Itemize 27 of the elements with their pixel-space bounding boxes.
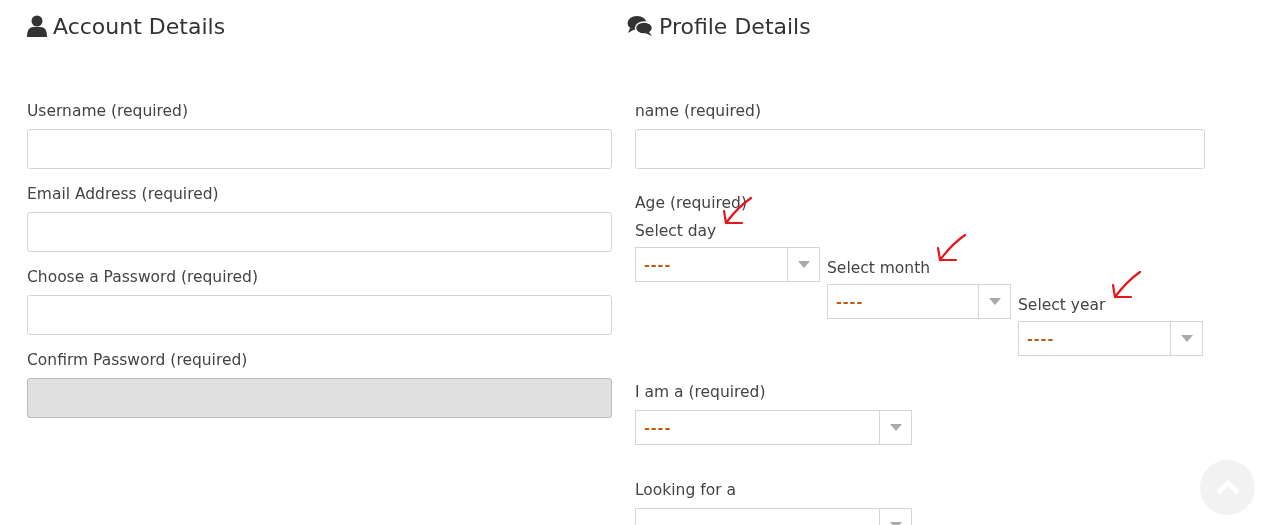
field-label: Confirm Password (required): [27, 350, 249, 370]
dropdown-select[interactable]: ----: [827, 284, 1011, 319]
dropdown-select[interactable]: ----: [1018, 321, 1203, 356]
caret-icon: [988, 298, 1001, 305]
dropdown-select[interactable]: ----: [635, 247, 820, 282]
field-label: Age (required): [635, 193, 748, 213]
field-label: Choose a Password (required): [27, 267, 259, 287]
caret-icon: [797, 261, 810, 268]
section-heading: Profile Details: [659, 13, 811, 39]
field-label: Select year: [1018, 295, 1106, 315]
user-icon: [27, 15, 47, 37]
field-label: name (required): [635, 101, 762, 121]
dropdown-select[interactable]: ----: [635, 410, 912, 445]
field-label: Looking for a: [635, 480, 737, 500]
field-label: Select day: [635, 221, 717, 241]
field-label: Username (required): [27, 101, 189, 121]
caret-icon: [1180, 335, 1193, 342]
text-field[interactable]: [635, 129, 1205, 169]
section-heading: Account Details: [53, 13, 226, 39]
caret-icon: [889, 424, 902, 431]
chat-icon: [627, 15, 653, 37]
field-label: Select month: [827, 258, 931, 278]
text-field[interactable]: [27, 129, 612, 169]
field-label: I am a (required): [635, 382, 767, 402]
field-label: Email Address (required): [27, 184, 220, 204]
text-field[interactable]: [27, 295, 612, 335]
text-field[interactable]: [27, 212, 612, 252]
